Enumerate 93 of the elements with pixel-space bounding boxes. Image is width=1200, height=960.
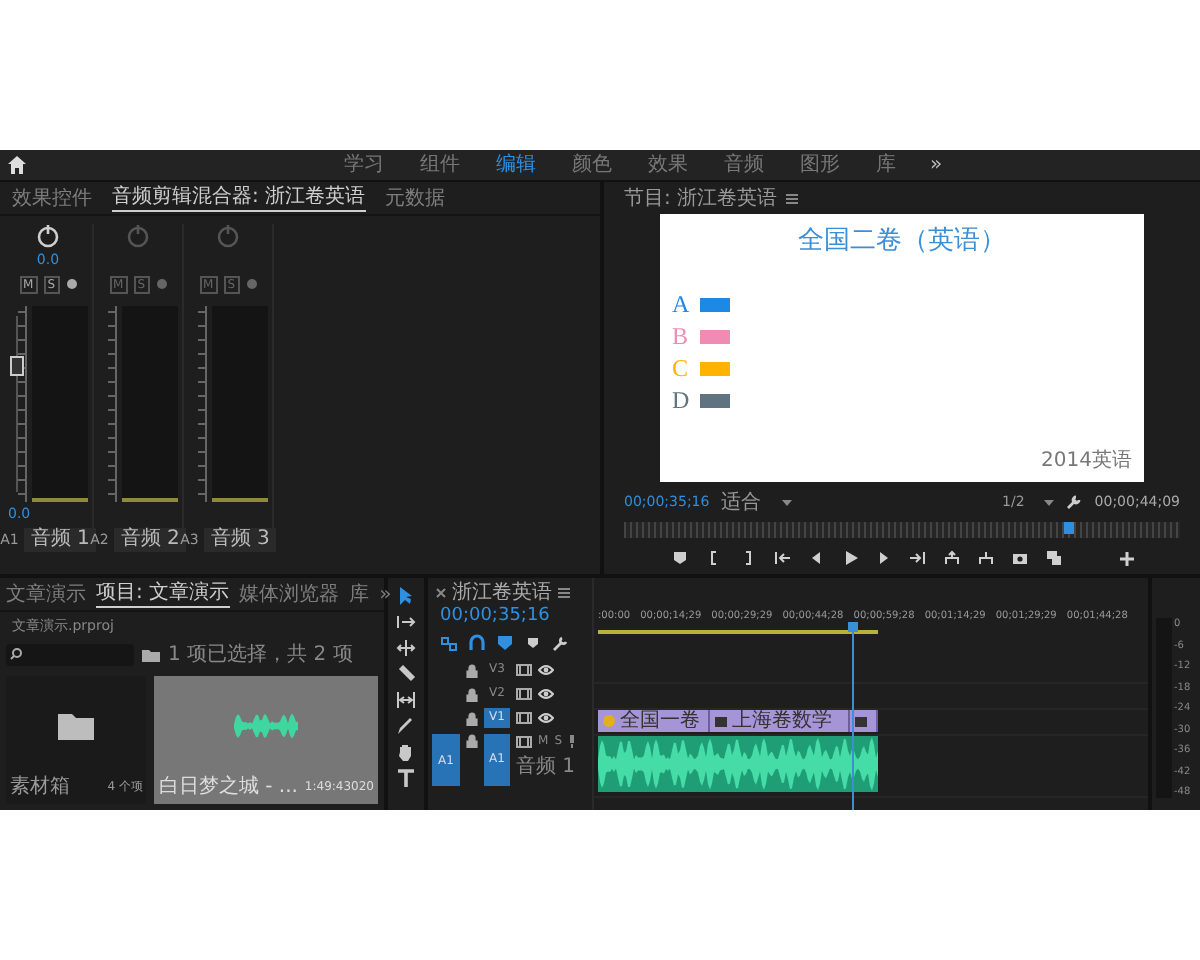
search-icon <box>10 648 22 660</box>
selection-tool-icon[interactable] <box>396 586 416 606</box>
workspace-tab[interactable]: 音频 <box>706 151 782 179</box>
zoom-dropdown[interactable]: 适合 <box>721 488 792 516</box>
film-icon[interactable] <box>516 664 532 676</box>
go-to-out-icon[interactable] <box>909 550 925 566</box>
workspace-tab[interactable]: 组件 <box>402 151 478 179</box>
close-icon[interactable] <box>436 587 446 597</box>
option-letter: A <box>672 290 692 318</box>
home-icon[interactable] <box>8 156 26 174</box>
option-letter: C <box>672 354 691 382</box>
button-editor-icon[interactable] <box>1045 550 1061 566</box>
film-icon[interactable] <box>516 712 532 724</box>
step-forward-icon[interactable] <box>875 550 891 566</box>
search-field[interactable] <box>6 643 134 665</box>
marker-icon[interactable] <box>671 550 687 566</box>
video-clip[interactable] <box>850 710 878 732</box>
new-bin-icon[interactable] <box>142 647 160 661</box>
caret-icon <box>781 499 792 505</box>
lock-icon[interactable] <box>466 711 478 725</box>
caret-icon <box>1044 499 1055 505</box>
video-clip[interactable]: 上海卷数学 <box>710 710 850 732</box>
panel-tab[interactable]: 元数据 <box>385 185 446 211</box>
sequence-timecode[interactable]: 00;00;35;16 <box>428 606 592 628</box>
fader-handle[interactable] <box>10 355 24 376</box>
add-icon[interactable] <box>1119 551 1133 565</box>
slip-icon[interactable] <box>396 690 416 710</box>
record-icon[interactable] <box>65 278 77 290</box>
panel-tab[interactable]: 媒体浏览器 <box>239 581 340 607</box>
workspace-tab[interactable]: 颜色 <box>554 151 630 179</box>
track-select-icon[interactable] <box>396 612 416 632</box>
clip-label: 上海卷数学 <box>732 710 832 732</box>
track-name: 音频 1 <box>516 753 576 780</box>
more-button[interactable]: » <box>379 581 392 607</box>
waveform-icon <box>234 712 299 740</box>
nest-icon[interactable] <box>440 634 458 652</box>
film-icon[interactable] <box>516 735 532 747</box>
lock-icon[interactable] <box>466 663 478 677</box>
panel-tab[interactable]: 效果控件 <box>12 185 92 211</box>
wrench-icon[interactable] <box>1066 494 1083 510</box>
playhead-handle[interactable] <box>1064 522 1075 534</box>
panel-tab[interactable]: 文章演示 <box>6 581 86 607</box>
wrench-icon[interactable] <box>552 634 570 652</box>
workspace-tab[interactable]: 图形 <box>782 151 858 179</box>
clip-label: 全国一卷 <box>620 710 700 732</box>
sequence-tab[interactable]: 浙江卷英语 <box>452 578 552 606</box>
workspace-tab[interactable]: 学习 <box>326 151 402 179</box>
slide-title: 全国二卷（英语） <box>796 224 1008 258</box>
play-icon[interactable] <box>841 550 857 566</box>
option-letter: D <box>672 386 692 414</box>
camera-icon[interactable] <box>1011 550 1027 566</box>
folder-icon <box>58 712 95 740</box>
hand-icon[interactable] <box>396 742 416 762</box>
type-tool-icon[interactable] <box>396 768 416 788</box>
item-name: 白日梦之城 - ... <box>158 773 298 800</box>
eye-icon[interactable] <box>538 688 554 700</box>
panel-tab[interactable]: 项目: 文章演示 <box>96 580 230 608</box>
workspace-tab[interactable]: 效果 <box>630 151 706 179</box>
playhead-handle[interactable] <box>848 622 859 632</box>
option-letter: B <box>672 322 691 350</box>
razor-icon[interactable] <box>396 664 416 684</box>
film-icon <box>854 715 868 727</box>
mark-in-icon[interactable] <box>705 550 721 566</box>
extract-icon[interactable] <box>977 550 993 566</box>
step-back-icon[interactable] <box>807 550 823 566</box>
playhead-line[interactable] <box>852 632 855 810</box>
lock-icon[interactable] <box>466 734 478 748</box>
menu-icon[interactable] <box>558 587 570 597</box>
channel-name: 音频 3 <box>204 528 276 552</box>
panel-title[interactable]: 节目: 浙江卷英语 <box>624 184 778 212</box>
pen-icon[interactable] <box>396 716 416 736</box>
marker-icon[interactable] <box>524 634 542 652</box>
workspace-tab[interactable]: 库 <box>858 151 914 179</box>
item-name: 素材箱 <box>10 773 70 800</box>
lock-icon[interactable] <box>466 687 478 701</box>
lift-icon[interactable] <box>943 550 959 566</box>
panel-tab[interactable]: 库 <box>349 581 370 607</box>
workspace-tab[interactable]: 编辑 <box>478 151 554 179</box>
film-icon[interactable] <box>516 688 532 700</box>
film-icon <box>714 715 728 727</box>
ripple-edit-icon[interactable] <box>396 638 416 658</box>
linked-selection-icon[interactable] <box>496 634 514 652</box>
more-button[interactable]: » <box>914 154 959 176</box>
eye-icon[interactable] <box>538 712 554 724</box>
slide-footer: 2014英语 <box>1041 446 1132 474</box>
snap-icon[interactable] <box>468 634 486 652</box>
eye-icon[interactable] <box>538 664 554 676</box>
menu-icon[interactable] <box>785 193 798 203</box>
go-to-in-icon[interactable] <box>773 550 789 566</box>
panel-tab[interactable]: 音频剪辑混合器: 浙江卷英语 <box>112 184 366 212</box>
audio-clip[interactable] <box>598 736 878 792</box>
video-clip[interactable]: 全国一卷 <box>598 710 710 732</box>
selection-count: 1 项已选择，共 2 项 <box>168 641 353 668</box>
